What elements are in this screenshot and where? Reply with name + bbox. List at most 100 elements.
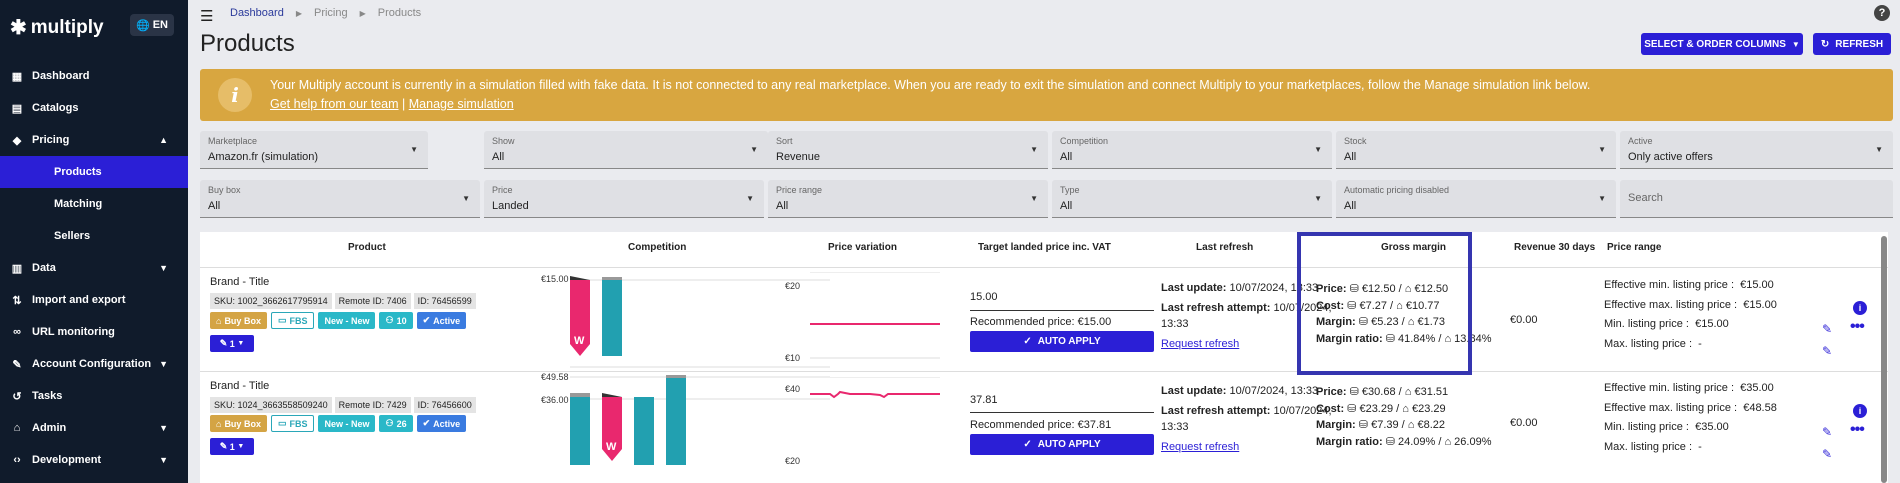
price-variation-axis-top: €20 <box>785 281 801 291</box>
active-badge: ✔ Active <box>416 312 467 329</box>
dropdown-arrow-icon: ▼ <box>1314 194 1322 203</box>
buy-box-badge: ⌂ Buy Box <box>210 312 267 329</box>
target-price-input[interactable]: 37.81 <box>970 394 998 406</box>
dropdown-arrow-icon: ▼ <box>1314 145 1322 154</box>
filter-competition[interactable]: Competition All ▼ <box>1052 131 1332 169</box>
price-variation-chart <box>810 377 940 399</box>
price-variation-axis-top: €40 <box>785 384 801 394</box>
edit-min-price-icon[interactable]: ✎ <box>1822 425 1832 439</box>
winner-marker: W <box>574 335 585 347</box>
column-header-last-refresh[interactable]: Last refresh <box>1196 242 1253 253</box>
sidebar-item-matching[interactable]: Matching <box>0 188 188 220</box>
filter-marketplace[interactable]: Marketplace Amazon.fr (simulation) ▼ <box>200 131 428 169</box>
tag-dropdown-button[interactable]: ✎ 1 ▼ <box>210 438 254 455</box>
auto-apply-button[interactable]: ✓ AUTO APPLY <box>970 331 1154 352</box>
help-link[interactable]: Get help from our team <box>270 97 399 111</box>
filter-stock[interactable]: Stock All ▼ <box>1336 131 1616 169</box>
product-title[interactable]: Brand - Title <box>210 276 269 288</box>
refresh-button[interactable]: ↻ REFRESH <box>1813 33 1891 55</box>
competitors-count-badge: ⚇ 26 <box>379 415 413 432</box>
table-scrollbar[interactable] <box>1881 236 1887 483</box>
tag-dropdown-button[interactable]: ✎ 1 ▼ <box>210 335 254 352</box>
competition-bar <box>666 378 686 465</box>
help-icon[interactable]: ? <box>1874 5 1890 21</box>
edit-max-price-icon[interactable]: ✎ <box>1822 447 1832 461</box>
simulation-banner: i Your Multiply account is currently in … <box>200 69 1893 121</box>
hamburger-menu-icon[interactable]: ☰ <box>200 7 213 25</box>
sidebar-item-products[interactable]: Products <box>0 156 188 188</box>
fbs-badge: ▭ FBS <box>270 312 315 329</box>
column-header-revenue[interactable]: Revenue 30 days <box>1514 242 1595 253</box>
more-options-icon[interactable]: ••• <box>1850 421 1865 439</box>
dropdown-arrow-icon: ▼ <box>750 145 758 154</box>
breadcrumb-dashboard[interactable]: Dashboard <box>230 7 284 19</box>
competition-bar-marker <box>602 277 622 280</box>
sku-chip: SKU: 1024_3663558509240 <box>210 397 332 413</box>
last-refresh-info: Last update: 10/07/2024, 13:33 Last refr… <box>1161 385 1332 453</box>
link-icon: ∞ <box>13 326 21 338</box>
column-header-target-price[interactable]: Target landed price inc. VAT <box>978 242 1111 253</box>
check-icon: ✔ <box>422 315 431 325</box>
more-options-icon[interactable]: ••• <box>1850 318 1865 336</box>
competition-bar-marker <box>666 375 686 378</box>
filter-automatic-pricing-disabled[interactable]: Automatic pricing disabled All ▼ <box>1336 180 1616 218</box>
competitors-count-badge: ⚇ 10 <box>379 312 413 329</box>
filter-price-range[interactable]: Price range All ▼ <box>768 180 1048 218</box>
info-icon[interactable]: i <box>1853 301 1867 315</box>
refresh-icon: ↻ <box>1820 38 1830 50</box>
dashboard-icon: ▦ <box>11 70 23 83</box>
sidebar-item-dashboard[interactable]: ▦ Dashboard <box>0 60 188 92</box>
info-icon[interactable]: i <box>1853 404 1867 418</box>
filter-sort[interactable]: Sort Revenue ▼ <box>768 131 1048 169</box>
competition-axis-label: €15.00 <box>541 274 569 284</box>
price-variation-line <box>810 390 940 399</box>
sidebar-item-admin[interactable]: ⌂ Admin ▼ <box>0 412 188 444</box>
language-selector[interactable]: 🌐 EN <box>130 14 174 36</box>
fbs-badge: ▭ FBS <box>270 415 315 432</box>
filter-show[interactable]: Show All ▼ <box>484 131 768 169</box>
dropdown-arrow-icon: ▼ <box>410 145 418 154</box>
sidebar-item-pricing[interactable]: ◆ Pricing ▲ <box>0 124 188 156</box>
chevron-down-icon: ▼ <box>159 423 168 433</box>
filter-active[interactable]: Active Only active offers ▼ <box>1620 131 1893 169</box>
target-price-input[interactable]: 15.00 <box>970 291 998 303</box>
column-header-price-range[interactable]: Price range <box>1607 242 1661 253</box>
recommended-price: Recommended price: €15.00 <box>970 316 1112 328</box>
price-variation-chart <box>810 272 940 359</box>
column-header-competition[interactable]: Competition <box>628 242 686 253</box>
request-refresh-link[interactable]: Request refresh <box>1161 441 1239 453</box>
sidebar-item-data[interactable]: ▥ Data ▼ <box>0 252 188 284</box>
sidebar-item-sellers[interactable]: Sellers <box>0 220 188 252</box>
manage-simulation-link[interactable]: Manage simulation <box>409 97 514 111</box>
filter-buy-box[interactable]: Buy box All ▼ <box>200 180 480 218</box>
search-input[interactable]: Search <box>1620 180 1893 218</box>
product-title[interactable]: Brand - Title <box>210 380 269 392</box>
condition-badge: New - New <box>318 312 376 329</box>
sidebar-item-catalogs[interactable]: ▤ Catalogs <box>0 92 188 124</box>
auto-apply-button[interactable]: ✓ AUTO APPLY <box>970 434 1154 455</box>
request-refresh-link[interactable]: Request refresh <box>1161 338 1239 350</box>
competition-axis-label: €36.00 <box>541 395 569 405</box>
users-icon: ⚇ <box>385 315 394 325</box>
truck-icon: ▭ <box>277 418 287 428</box>
column-header-price-variation[interactable]: Price variation <box>828 242 897 253</box>
filter-price[interactable]: Price Landed ▼ <box>484 180 764 218</box>
logo[interactable]: ✱ multiply <box>10 15 104 40</box>
edit-min-price-icon[interactable]: ✎ <box>1822 322 1832 336</box>
tag-icon: ✎ <box>219 338 228 348</box>
sidebar-item-url-monitoring[interactable]: ∞ URL monitoring <box>0 316 188 348</box>
tag-icon: ◆ <box>12 134 22 147</box>
price-variation-axis-bottom: €20 <box>785 456 801 466</box>
filter-type[interactable]: Type All ▼ <box>1052 180 1332 218</box>
truck-icon: ▭ <box>277 315 287 325</box>
id-chip: ID: 76456599 <box>413 293 476 309</box>
column-header-product[interactable]: Product <box>348 242 386 253</box>
select-order-columns-button[interactable]: SELECT & ORDER COLUMNS ▼ <box>1641 33 1803 55</box>
dropdown-arrow-icon: ▼ <box>1598 194 1606 203</box>
edit-max-price-icon[interactable]: ✎ <box>1822 344 1832 358</box>
sidebar-item-import-export[interactable]: ⇅ Import and export <box>0 284 188 316</box>
sidebar-item-account-configuration[interactable]: ✎ Account Configuration ▼ <box>0 348 188 380</box>
gross-margin-highlight-box <box>1297 232 1472 375</box>
sidebar-item-development[interactable]: ‹› Development ▼ <box>0 444 188 476</box>
sidebar-item-tasks[interactable]: ↺ Tasks <box>0 380 188 412</box>
